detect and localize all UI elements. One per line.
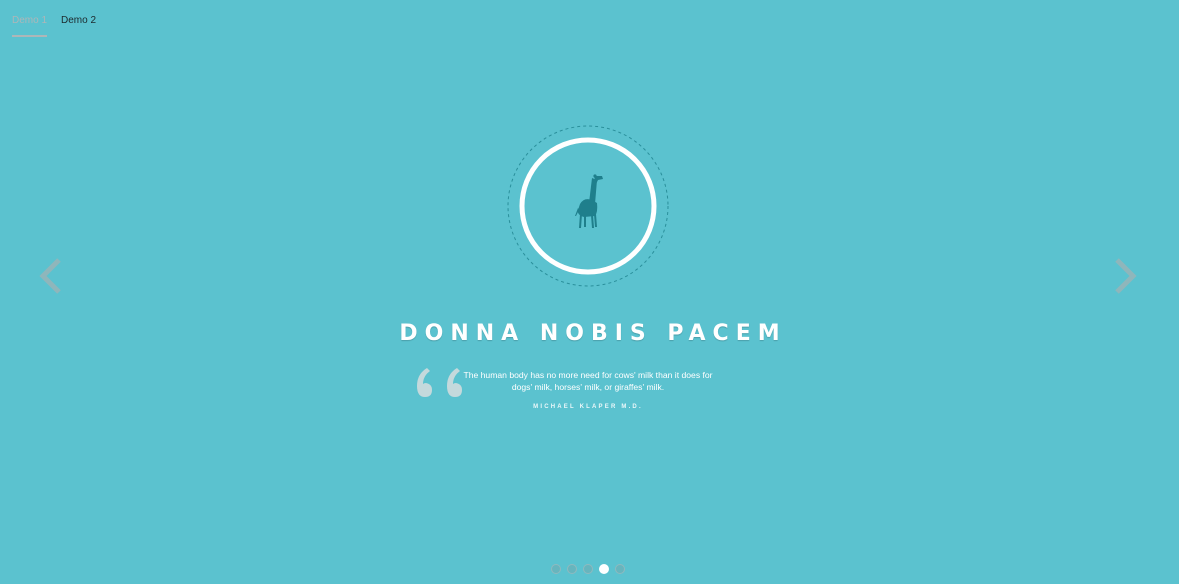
quote-author: MICHAEL KLAPER M.D. — [533, 404, 643, 410]
chevron-left-icon — [39, 258, 61, 294]
chevron-right-icon — [1115, 258, 1137, 294]
pagination-dots — [551, 564, 625, 574]
slide-emblem — [506, 124, 670, 288]
demo-nav: Demo 1 Demo 2 — [12, 14, 96, 37]
nav-demo-1[interactable]: Demo 1 — [12, 14, 48, 37]
giraffe-icon — [575, 174, 603, 228]
pagination-dot-3[interactable] — [583, 564, 593, 574]
pagination-dot-4[interactable] — [599, 564, 609, 574]
slide-quote: The human body has no more need for cows… — [463, 370, 713, 392]
slideshow-stage: Demo 1 Demo 2 DONNA NOBIS PACEM The huma… — [0, 0, 1179, 584]
pagination-dot-5[interactable] — [615, 564, 625, 574]
prev-slide-button[interactable] — [35, 257, 69, 295]
pagination-dot-1[interactable] — [551, 564, 561, 574]
pagination-dot-2[interactable] — [567, 564, 577, 574]
slide-title: DONNA NOBIS PACEM — [399, 321, 787, 346]
nav-demo-2[interactable]: Demo 2 — [61, 14, 96, 35]
next-slide-button[interactable] — [1107, 257, 1141, 295]
